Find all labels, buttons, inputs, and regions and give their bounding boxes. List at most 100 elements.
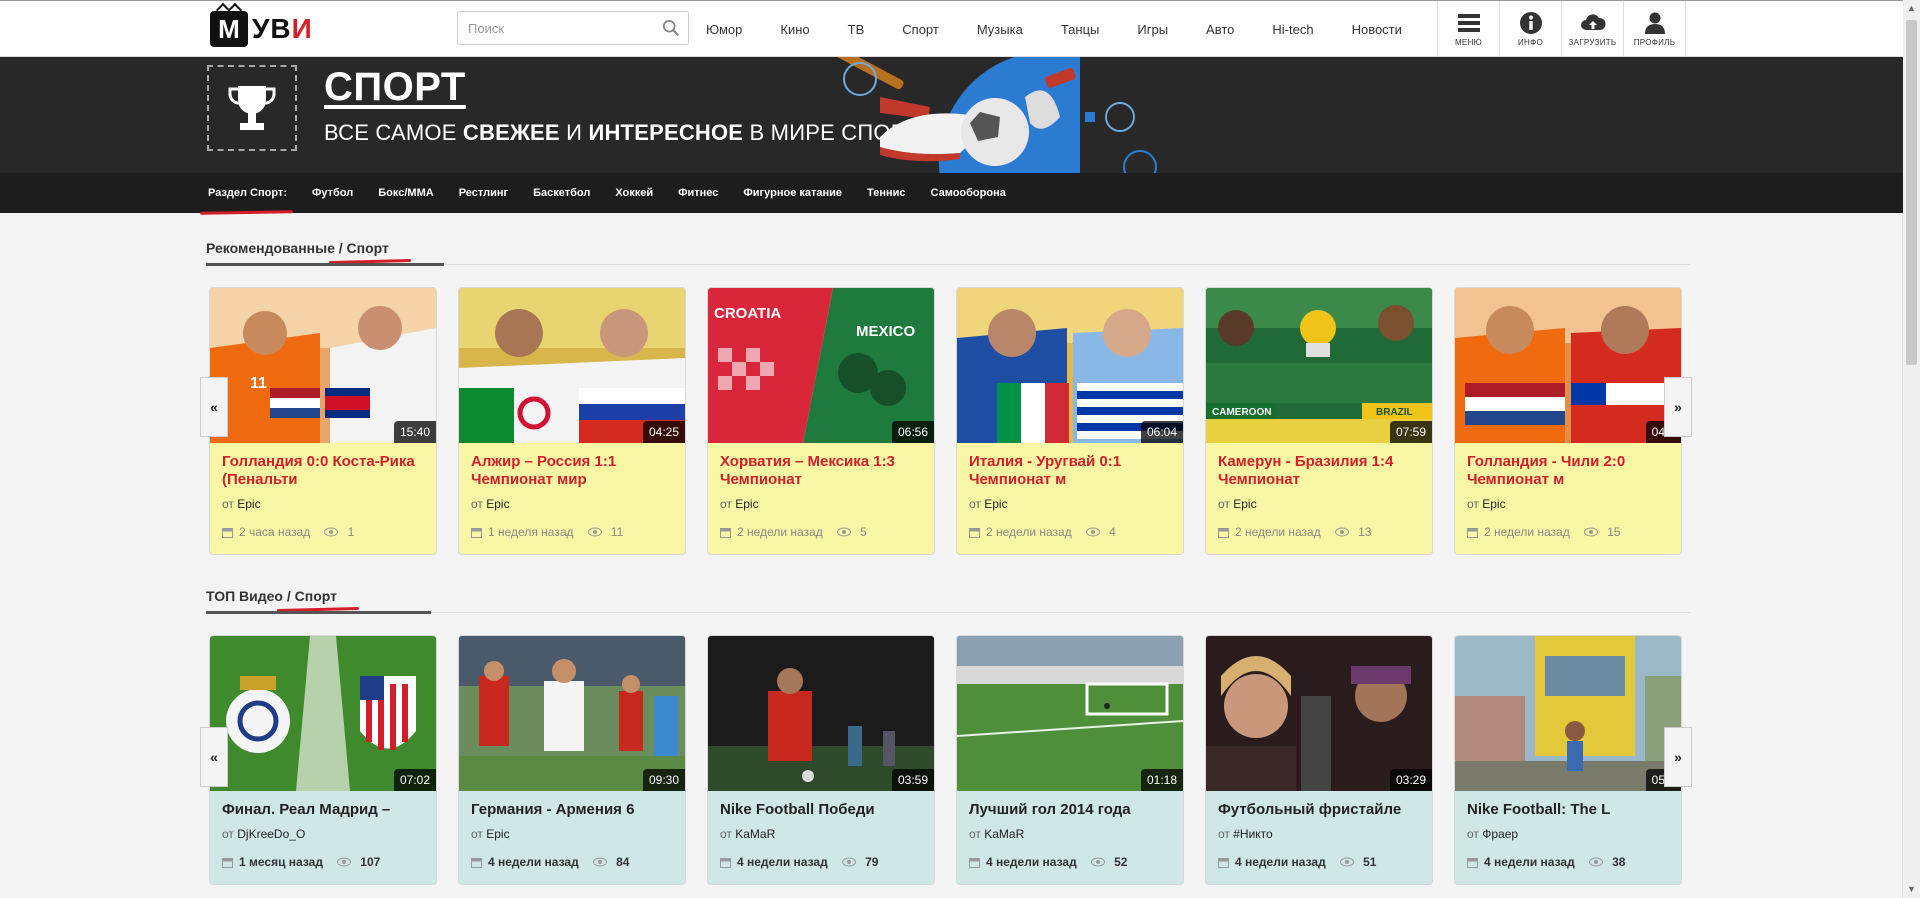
subnav-wrestling[interactable]: Рестлинг [459,187,508,199]
site-logo[interactable]: M УВИ [210,9,313,49]
heading-separator: / [283,588,295,604]
author-prefix: от [222,497,234,511]
subnav-section-sport[interactable]: Раздел Спорт: [208,187,287,199]
video-card[interactable]: 11 15:40 Голландия 0:0 Коста-Рика (Пенал… [209,287,437,555]
video-thumbnail[interactable]: 07:02 [210,636,436,791]
video-thumbnail[interactable]: 04:25 [459,288,685,443]
nav-cinema[interactable]: Кино [780,22,809,37]
author-link[interactable]: Epic [735,497,758,511]
video-card[interactable]: 06:04 Италия - Уругвай 0:1 Чемпионат м о… [956,287,1184,555]
video-card[interactable]: 03:29 Футбольный фристайле от #Никто 4 н… [1205,635,1433,885]
video-thumbnail[interactable]: 04:4 [1455,288,1681,443]
author-link[interactable]: Фраер [1482,827,1518,841]
recommended-prev-arrow[interactable]: « [200,377,228,437]
top-category[interactable]: Спорт [295,588,337,604]
scroll-up-arrow[interactable]: ▲ [1903,0,1920,17]
logo-letter: M [218,13,240,44]
page-scrollbar[interactable]: ▲ ▼ [1902,0,1920,898]
video-title[interactable]: Италия - Уругвай 0:1 Чемпионат м [957,443,1183,489]
video-title[interactable]: Алжир – Россия 1:1 Чемпионат мир [459,443,685,489]
video-duration: 03:59 [891,769,934,791]
video-card[interactable]: 01:18 Лучший гол 2014 года от KaMaR 4 не… [956,635,1184,885]
video-duration: 06:04 [1140,421,1183,443]
views-count: 51 [1363,855,1377,869]
video-card[interactable]: CAMEROON BRAZIL 07:59 Камерун - Бразилия… [1205,287,1433,555]
subnav-basketball[interactable]: Баскетбол [533,187,590,199]
video-title[interactable]: Голландия - Чили 2:0 Чемпионат м [1455,443,1681,489]
nav-games[interactable]: Игры [1137,22,1168,37]
eye-icon [1339,857,1354,867]
top-next-arrow[interactable]: » [1664,727,1692,787]
video-title[interactable]: Футбольный фристайле [1206,791,1432,819]
subnav-figure-skating[interactable]: Фигурное катание [743,187,842,199]
video-thumbnail[interactable]: 06:04 [957,288,1183,443]
video-title[interactable]: Nike Football Победи [708,791,934,819]
video-card[interactable]: 05:2 Nike Football: The L от Фраер 4 нед… [1454,635,1682,885]
subnav-hockey[interactable]: Хоккей [615,187,653,199]
subnav-self-defense[interactable]: Самооборона [931,187,1006,199]
info-button[interactable]: ИНФО [1499,1,1561,57]
video-card[interactable]: 03:59 Nike Football Победи от KaMaR 4 не… [707,635,935,885]
author-link[interactable]: Epic [486,827,509,841]
author-link[interactable]: Epic [237,497,260,511]
video-title[interactable]: Финал. Реал Мадрид – [210,791,436,819]
video-thumbnail[interactable]: 03:59 [708,636,934,791]
video-card[interactable]: 07:02 Финал. Реал Мадрид – от DjKreeDo_O… [209,635,437,885]
video-title[interactable]: Голландия 0:0 Коста-Рика (Пенальти [210,443,436,489]
author-link[interactable]: Epic [984,497,1007,511]
scrollbar-thumb[interactable] [1906,20,1917,365]
nav-dance[interactable]: Танцы [1061,22,1100,37]
subnav-fitness[interactable]: Фитнес [678,187,718,199]
subnav-tennis[interactable]: Теннис [867,187,905,199]
video-thumbnail[interactable]: 05:2 [1455,636,1681,791]
upload-button[interactable]: ЗАГРУЗИТЬ [1561,1,1623,57]
author-link[interactable]: Epic [1482,497,1505,511]
video-title[interactable]: Камерун - Бразилия 1:4 Чемпионат [1206,443,1432,489]
video-card[interactable]: 04:4 Голландия - Чили 2:0 Чемпионат м от… [1454,287,1682,555]
author-link[interactable]: DjKreeDo_O [237,827,305,841]
video-author: от Фраер [1455,819,1681,841]
nav-humor[interactable]: Юмор [706,22,742,37]
video-card[interactable]: CROATIA MEXICO 06:56 Хорватия – Мексика … [707,287,935,555]
video-title[interactable]: Nike Football: The L [1455,791,1681,819]
author-link[interactable]: KaMaR [984,827,1024,841]
nav-sport[interactable]: Спорт [902,22,939,37]
trophy-box [207,65,297,151]
recommended-title[interactable]: Рекомендованные [206,240,335,256]
video-thumbnail[interactable]: CROATIA MEXICO 06:56 [708,288,934,443]
author-link[interactable]: #Никто [1233,827,1272,841]
nav-auto[interactable]: Авто [1206,22,1234,37]
author-link[interactable]: Epic [486,497,509,511]
nav-tv[interactable]: ТВ [848,22,865,37]
video-thumbnail[interactable]: 09:30 [459,636,685,791]
menu-button[interactable]: МЕНЮ [1437,1,1499,57]
nav-music[interactable]: Музыка [977,22,1023,37]
search-icon[interactable] [662,19,680,37]
video-title[interactable]: Хорватия – Мексика 1:3 Чемпионат [708,443,934,489]
top-prev-arrow[interactable]: « [200,727,228,787]
nav-news[interactable]: Новости [1352,22,1402,37]
video-title[interactable]: Германия - Армения 6 [459,791,685,819]
subnav-boxing-mma[interactable]: Бокс/ММА [378,187,433,199]
video-card[interactable]: 09:30 Германия - Армения 6 от Epic 4 нед… [458,635,686,885]
video-title[interactable]: Лучший гол 2014 года [957,791,1183,819]
video-thumbnail[interactable]: 01:18 [957,636,1183,791]
nav-hitech[interactable]: Hi-tech [1272,22,1313,37]
top-title[interactable]: ТОП Видео [206,588,283,604]
scroll-down-arrow[interactable]: ▼ [1903,881,1920,898]
search-input[interactable] [458,12,668,44]
sport-banner: СПОРТ ВСЕ САМОЕ СВЕЖЕЕ И ИНТЕРЕСНОЕ В МИ… [0,57,1903,173]
video-meta: 1 месяц назад 107 [210,841,436,869]
video-card[interactable]: 04:25 Алжир – Россия 1:1 Чемпионат мир о… [458,287,686,555]
video-meta: 2 недели назад 13 [1206,511,1432,539]
recommended-category[interactable]: Спорт [347,240,389,256]
profile-button[interactable]: ПРОФИЛЬ [1623,1,1686,57]
author-link[interactable]: KaMaR [735,827,775,841]
author-prefix: от [1467,827,1479,841]
video-thumbnail[interactable]: 11 15:40 [210,288,436,443]
recommended-next-arrow[interactable]: » [1664,377,1692,437]
subnav-football[interactable]: Футбол [312,187,353,199]
video-thumbnail[interactable]: CAMEROON BRAZIL 07:59 [1206,288,1432,443]
video-thumbnail[interactable]: 03:29 [1206,636,1432,791]
author-link[interactable]: Epic [1233,497,1256,511]
